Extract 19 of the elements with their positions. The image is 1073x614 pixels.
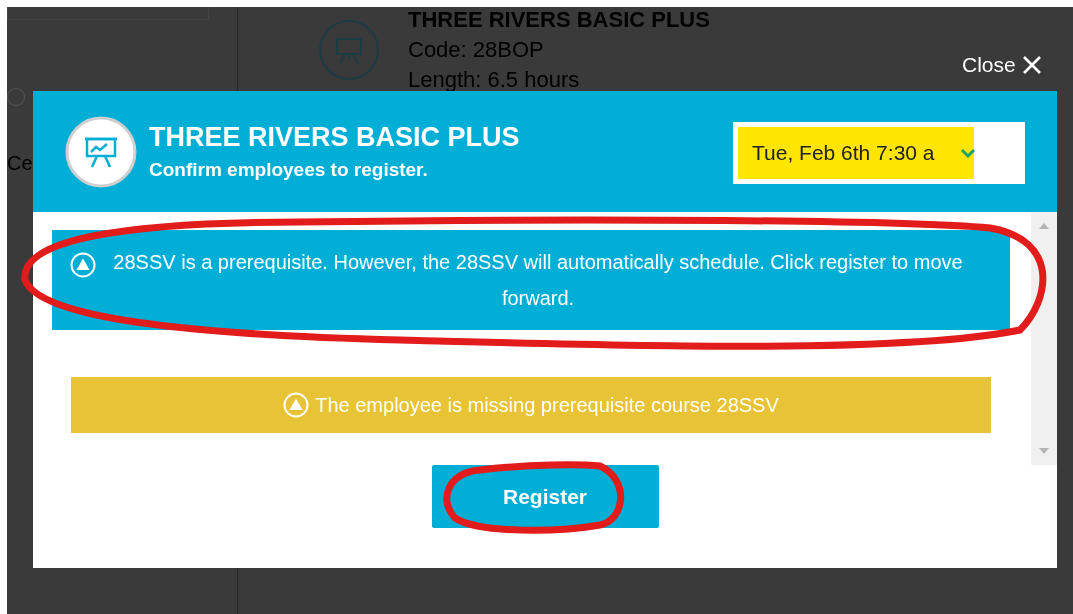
course-code: Code: 28BOP (408, 37, 545, 63)
alert-message: The employee is missing prerequisite course 28SSV (71, 377, 991, 433)
close-icon (1021, 55, 1042, 75)
session-dropdown[interactable]: Tue, Feb 6th 7:30 a (733, 121, 1025, 184)
presentation-board-icon (65, 115, 137, 188)
scroll-down-icon[interactable] (1039, 447, 1049, 455)
warning-icon (70, 252, 96, 278)
alert-message: 28SSV is a prerequisite. However, the 28SSV will automatically schedule. Click register to move forward. (52, 230, 1010, 330)
scrollbar[interactable] (1031, 212, 1057, 465)
course-title: THREE RIVERS BASIC PLUS (408, 7, 710, 33)
warning-icon (283, 392, 310, 418)
close-button[interactable]: Close (962, 53, 1042, 77)
scroll-up-icon[interactable] (1039, 222, 1049, 230)
chevron-down-icon (960, 147, 976, 158)
dialog-subtitle: Confirm employees to register. (149, 159, 429, 181)
side-label: Ce (7, 152, 33, 175)
course-length: Length: 6.5 hours (408, 67, 581, 93)
dialog-title: THREE RIVERS BASIC PLUS (149, 122, 521, 153)
presentation-board-icon (318, 19, 380, 81)
